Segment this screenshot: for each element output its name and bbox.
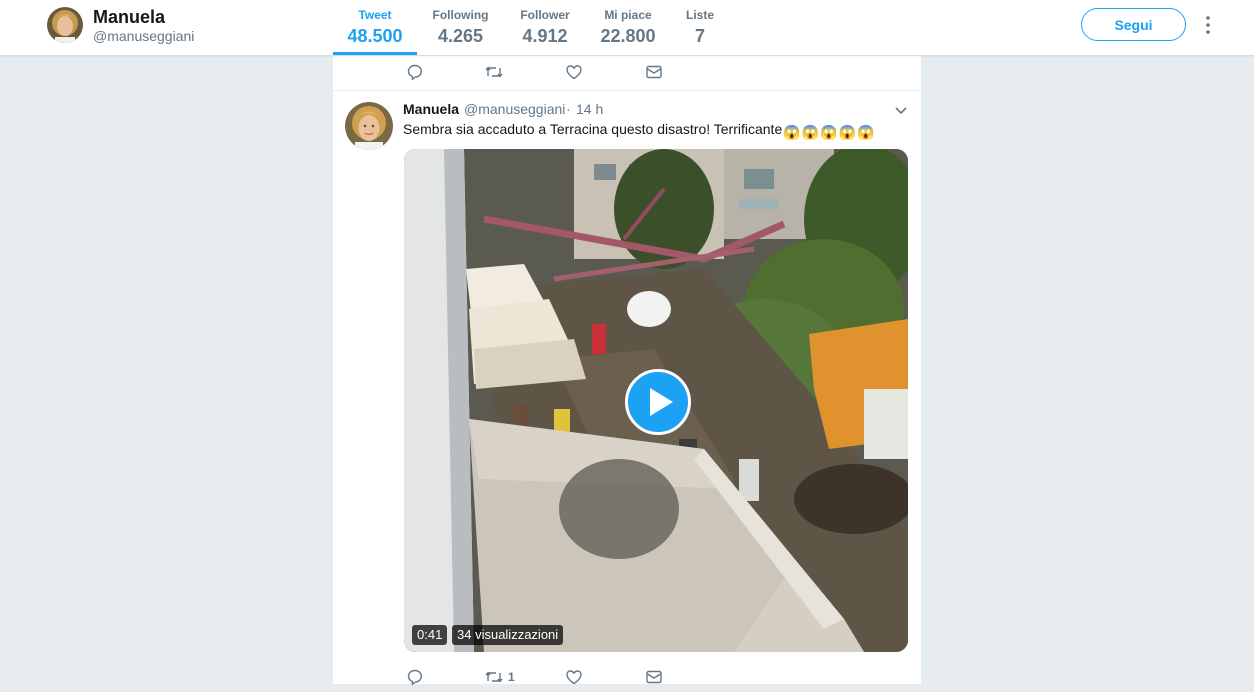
stat-label: Liste <box>685 8 714 22</box>
follow-button[interactable]: Segui <box>1081 8 1186 41</box>
scream-emoji: 😱 <box>838 124 856 140</box>
tweet-avatar[interactable] <box>345 102 393 150</box>
stat-label: Tweet <box>358 8 392 22</box>
profile-avatar[interactable] <box>47 7 83 43</box>
heart-icon[interactable] <box>565 63 583 83</box>
scream-emoji: 😱 <box>820 124 838 140</box>
stat-following[interactable]: Following 4.265 <box>425 0 496 55</box>
tweet-divider <box>333 90 921 91</box>
profile-nav-bar: Manuela @manuseggiani Tweet 48.500 Follo… <box>0 0 1254 56</box>
play-button[interactable] <box>625 369 691 435</box>
tweet-actions <box>333 57 921 87</box>
more-vertical-icon[interactable] <box>1198 14 1218 36</box>
profile-handle: @manuseggiani <box>93 28 195 44</box>
scream-emoji: 😱 <box>783 124 801 140</box>
envelope-icon[interactable] <box>645 63 663 83</box>
heart-icon[interactable] <box>565 668 583 688</box>
stat-lists[interactable]: Liste 7 <box>680 0 720 55</box>
stat-value: 7 <box>694 26 705 46</box>
reply-icon[interactable] <box>406 63 424 83</box>
scream-emoji: 😱 <box>857 124 875 140</box>
retweet-icon[interactable] <box>484 63 504 83</box>
stat-value: 48.500 <box>347 26 403 46</box>
tweet-text: Sembra sia accaduto a Terracina questo d… <box>403 120 874 141</box>
tweet-author-handle[interactable]: @manuseggiani <box>464 101 565 117</box>
stat-likes[interactable]: Mi piace 22.800 <box>594 0 662 55</box>
tweet-author-name[interactable]: Manuela <box>403 101 459 117</box>
tweet-timestamp[interactable]: 14 h <box>576 101 603 117</box>
stat-tweets[interactable]: Tweet 48.500 <box>333 0 417 55</box>
scream-emoji: 😱 <box>801 124 820 140</box>
retweet-count: 1 <box>508 670 515 684</box>
stat-value: 4.265 <box>437 26 484 46</box>
chevron-down-icon[interactable] <box>893 102 909 118</box>
stat-value: 22.800 <box>600 26 656 46</box>
retweet-icon[interactable]: 1 <box>484 668 515 688</box>
video-duration-badge: 0:41 <box>412 625 448 645</box>
tweet-actions: 1 <box>333 662 921 692</box>
video-views-badge: 34 visualizzazioni <box>452 625 564 645</box>
reply-icon[interactable] <box>406 668 424 688</box>
stat-value: 4.912 <box>522 26 568 46</box>
video-player[interactable]: 0:41 34 visualizzazioni <box>404 149 908 652</box>
play-icon <box>650 388 673 416</box>
tweet-text-body: Sembra sia accaduto a Terracina questo d… <box>403 121 783 137</box>
tweet-meta-separator: · <box>566 101 571 117</box>
stat-followers[interactable]: Follower 4.912 <box>513 0 577 55</box>
timeline: Manuela @manuseggiani · 14 h Sembra sia … <box>333 55 921 685</box>
stat-label: Follower <box>520 8 570 22</box>
stat-label: Mi piace <box>604 8 652 22</box>
envelope-icon[interactable] <box>645 668 663 688</box>
profile-name[interactable]: Manuela <box>93 7 165 28</box>
stat-label: Following <box>432 8 489 22</box>
